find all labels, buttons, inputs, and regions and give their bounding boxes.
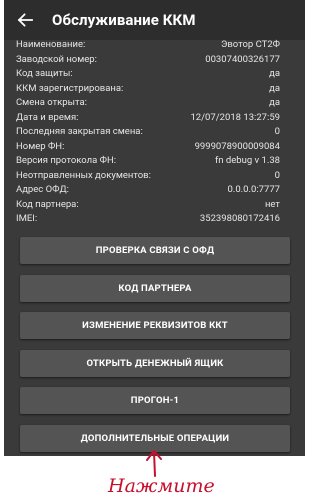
device-info-list: Наименование: Эвотор СТ2Ф Заводской номе… bbox=[4, 38, 305, 227]
open-cash-drawer-button[interactable]: ОТКРЫТЬ ДЕНЕЖНЫЙ ЯЩИК bbox=[20, 349, 290, 377]
info-row-datetime: Дата и время: 12/07/2018 13:27:59 bbox=[4, 111, 305, 126]
info-label: Наименование: bbox=[16, 39, 86, 50]
info-row-shift-open: Смена открыта: да bbox=[4, 96, 305, 111]
info-value: Эвотор СТ2Ф bbox=[220, 39, 280, 50]
change-kkt-requisites-button[interactable]: ИЗМЕНЕНИЕ РЕКВИЗИТОВ ККТ bbox=[20, 312, 290, 339]
info-value: да bbox=[269, 82, 280, 94]
partner-code-button[interactable]: КОД ПАРТНЕРА bbox=[20, 274, 290, 302]
info-label: Код защиты: bbox=[16, 68, 73, 79]
run-1-button[interactable]: ПРОГОН-1 bbox=[20, 387, 290, 414]
info-row-unsent-docs: Неотправленных документов: 0 bbox=[4, 169, 305, 184]
info-value: да bbox=[269, 97, 280, 108]
info-label: Заводской номер: bbox=[16, 53, 97, 65]
info-row-ofd-address: Адрес ОФД: 0.0.0.0:7777 bbox=[4, 183, 305, 198]
info-label: Код партнера: bbox=[16, 198, 79, 210]
info-label: ККМ зарегистрирована: bbox=[16, 82, 124, 94]
info-value: нет bbox=[264, 198, 280, 210]
info-row-imei: IMEI: 352398080172416 bbox=[4, 212, 305, 227]
info-label: Неотправленных документов: bbox=[16, 169, 151, 181]
info-label: Последняя закрытая смена: bbox=[16, 126, 143, 137]
info-value: 0.0.0.0:7777 bbox=[227, 184, 280, 195]
info-row-fn-number: Номер ФН: 9999078900009084 bbox=[4, 140, 305, 155]
info-label: Смена открыта: bbox=[16, 97, 87, 108]
info-label: Адрес ОФД: bbox=[16, 184, 69, 195]
info-value: 00307400326177 bbox=[205, 53, 280, 65]
page-title: Обслуживание ККМ bbox=[52, 11, 196, 29]
check-ofd-connection-button[interactable]: ПРОВЕРКА СВЯЗИ С ОФД bbox=[20, 237, 290, 264]
back-button[interactable] bbox=[8, 0, 42, 40]
info-row-last-closed-shift: Последняя закрытая смена: 0 bbox=[4, 125, 305, 140]
info-label: Номер ФН: bbox=[16, 140, 65, 152]
info-value: 0 bbox=[274, 126, 280, 137]
info-row-serial: Заводской номер: 00307400326177 bbox=[4, 53, 305, 68]
annotation-text: Нажмите bbox=[107, 475, 215, 497]
app-screen: Обслуживание ККМ Наименование: Эвотор СТ… bbox=[4, 0, 305, 456]
info-row-fn-protocol: Версия протокола ФН: fn debug v 1.38 bbox=[4, 154, 305, 169]
info-row-registered: ККМ зарегистрирована: да bbox=[4, 82, 305, 97]
info-row-name: Наименование: Эвотор СТ2Ф bbox=[4, 38, 305, 53]
info-label: Версия протокола ФН: bbox=[16, 155, 117, 166]
info-value: 12/07/2018 13:27:59 bbox=[190, 111, 280, 123]
info-value: да bbox=[269, 68, 280, 79]
action-buttons: ПРОВЕРКА СВЯЗИ С ОФД КОД ПАРТНЕРА ИЗМЕНЕ… bbox=[20, 237, 290, 456]
annotation-arrow-icon bbox=[146, 450, 162, 477]
info-value: 352398080172416 bbox=[199, 213, 280, 224]
info-row-partner-code: Код партнера: нет bbox=[4, 198, 305, 213]
info-row-protection-code: Код защиты: да bbox=[4, 67, 305, 82]
info-value: fn debug v 1.38 bbox=[214, 155, 280, 166]
arrow-left-icon bbox=[17, 13, 33, 27]
info-value: 0 bbox=[274, 169, 280, 181]
info-label: IMEI: bbox=[16, 213, 38, 224]
press-here-annotation: Нажмите bbox=[107, 450, 215, 497]
app-bar: Обслуживание ККМ bbox=[4, 0, 305, 40]
info-label: Дата и время: bbox=[16, 111, 79, 123]
info-value: 9999078900009084 bbox=[194, 140, 280, 152]
